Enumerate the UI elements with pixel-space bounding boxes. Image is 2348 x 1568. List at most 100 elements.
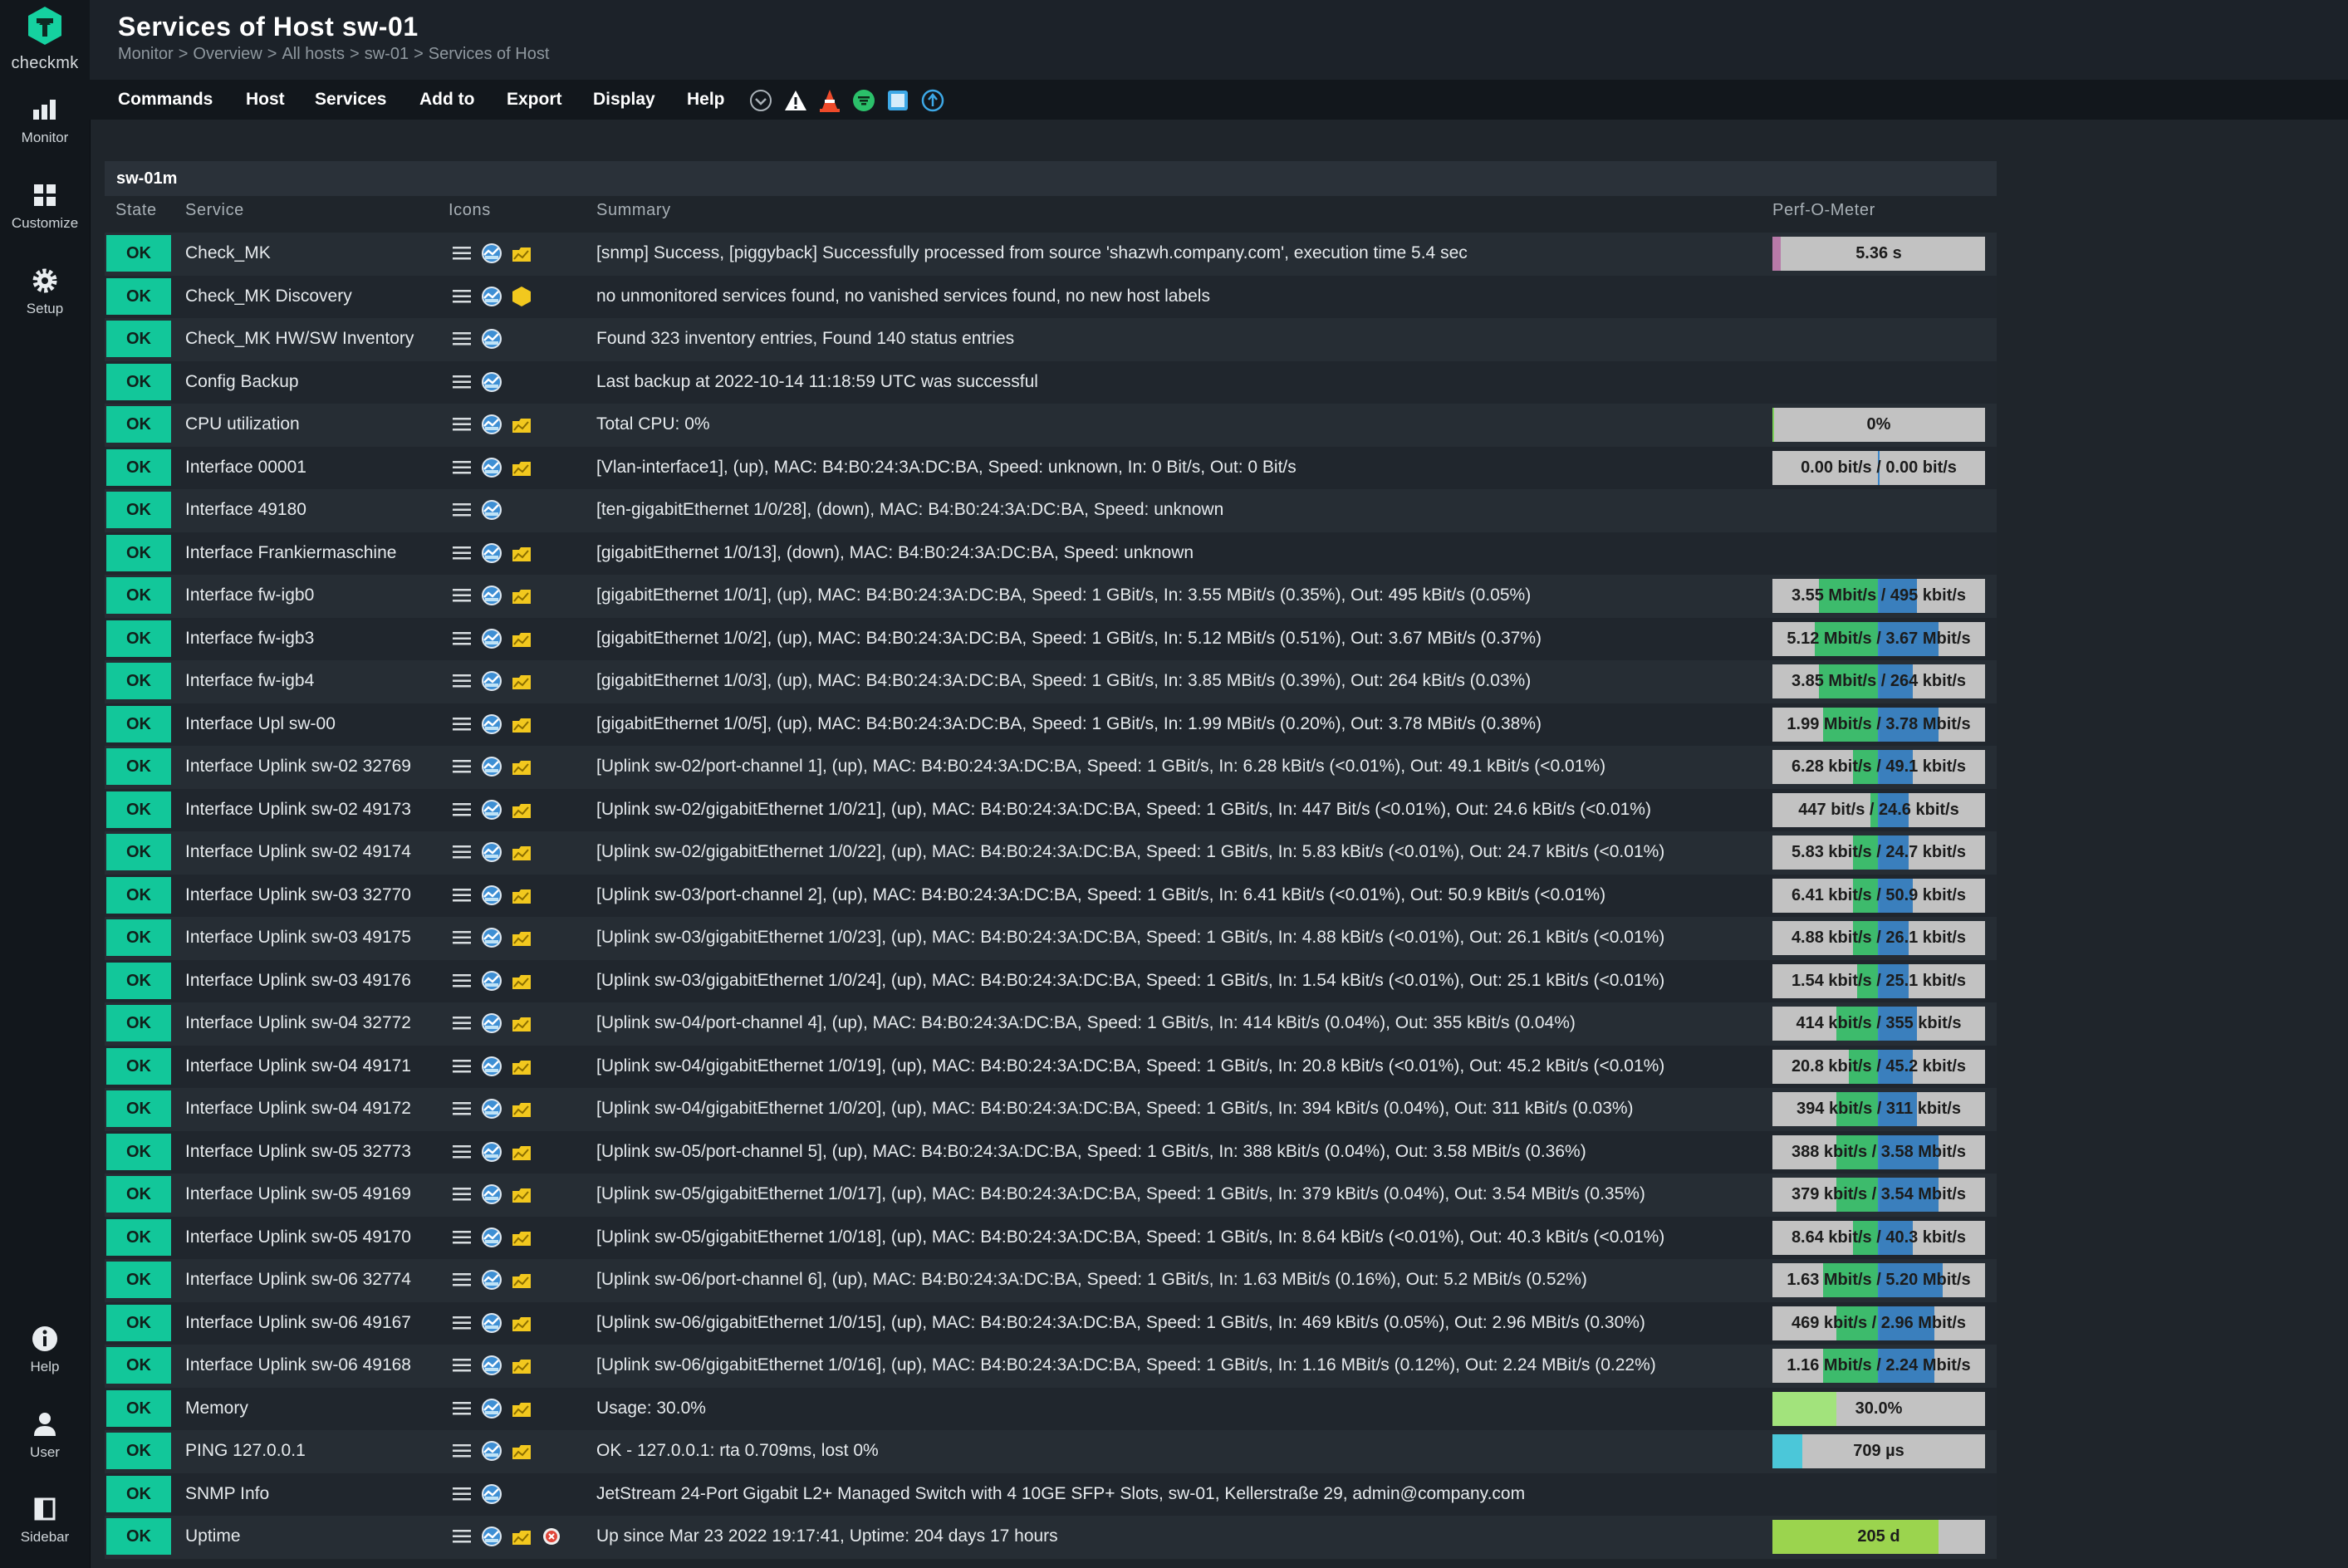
menu-icon[interactable] [450,327,473,350]
folder-icon[interactable] [510,884,533,907]
folder-icon[interactable] [510,1311,533,1335]
menu-icon[interactable] [450,1055,473,1078]
menu-icon[interactable] [450,1226,473,1249]
upload-icon[interactable] [920,88,945,113]
service-name-link[interactable]: Interface Uplink sw-05 49169 [185,1184,411,1204]
service-name-link[interactable]: Check_MK Discovery [185,287,352,306]
folder-icon[interactable] [510,1354,533,1377]
nav-sidebar[interactable]: Sidebar [0,1492,90,1546]
breadcrumb-all-hosts[interactable]: All hosts [282,45,345,63]
perf-o-meter[interactable]: 5.83 kbit/s / 24.7 kbit/s [1772,835,1985,870]
column-header-perf-o-meter[interactable]: Perf-O-Meter [1772,201,1875,220]
checkbox-icon[interactable] [885,88,910,113]
perf-o-meter[interactable]: 379 kbit/s / 3.54 Mbit/s [1772,1178,1985,1212]
service-name-link[interactable]: Interface Uplink sw-06 49167 [185,1313,411,1333]
menu-icon[interactable] [450,1140,473,1164]
folder-icon[interactable] [510,798,533,821]
host-group-title[interactable]: sw-01m [116,169,177,189]
graph-icon[interactable] [480,798,503,821]
menu-icon[interactable] [450,1397,473,1420]
menu-icon[interactable] [450,413,473,436]
service-name-link[interactable]: Uptime [185,1526,241,1546]
perf-o-meter[interactable]: 8.64 kbit/s / 40.3 kbit/s [1772,1220,1985,1255]
service-name-link[interactable]: Interface 00001 [185,458,306,478]
graph-icon[interactable] [480,1482,503,1506]
graph-icon[interactable] [480,285,503,308]
service-name-link[interactable]: Interface fw-igb4 [185,671,314,691]
service-name-link[interactable]: Interface Uplink sw-02 32769 [185,757,411,777]
menu-icon[interactable] [450,1525,473,1548]
service-name-link[interactable]: Interface 49180 [185,500,306,520]
folder-icon[interactable] [510,456,533,479]
service-name-link[interactable]: Interface Uplink sw-05 32773 [185,1142,411,1162]
folder-icon[interactable] [510,669,533,693]
nav-help[interactable]: Help [0,1322,90,1375]
chevron-down-circle-icon[interactable] [748,88,773,113]
graph-icon[interactable] [480,498,503,522]
folder-icon[interactable] [510,541,533,565]
menu-icon[interactable] [450,285,473,308]
menu-icon[interactable] [450,1482,473,1506]
nav-setup[interactable]: Setup [0,264,90,317]
alert-badge-icon[interactable] [540,1525,563,1548]
perf-o-meter[interactable]: 6.28 kbit/s / 49.1 kbit/s [1772,750,1985,784]
graph-icon[interactable] [480,1311,503,1335]
perf-o-meter[interactable]: 1.16 Mbit/s / 2.24 Mbit/s [1772,1349,1985,1383]
menu-icon[interactable] [450,584,473,607]
folder-icon[interactable] [510,1268,533,1291]
checkmk-logo[interactable]: checkmk [0,5,90,73]
graph-icon[interactable] [480,713,503,736]
breadcrumb-host[interactable]: sw-01 [365,45,409,63]
service-name-link[interactable]: Interface fw-igb0 [185,586,314,605]
perf-o-meter[interactable]: 414 kbit/s / 355 kbit/s [1772,1007,1985,1041]
service-name-link[interactable]: Interface Uplink sw-06 32774 [185,1270,411,1290]
perf-o-meter[interactable]: 388 kbit/s / 3.58 Mbit/s [1772,1134,1985,1169]
perf-o-meter[interactable]: 3.55 Mbit/s / 495 kbit/s [1772,579,1985,613]
folder-icon[interactable] [510,840,533,864]
filter-icon[interactable] [851,88,876,113]
folder-icon[interactable] [510,1226,533,1249]
menu-icon[interactable] [450,1097,473,1120]
graph-icon[interactable] [480,327,503,350]
column-header-state[interactable]: State [115,201,157,220]
menu-icon[interactable] [450,926,473,949]
graph-icon[interactable] [480,1354,503,1377]
perf-o-meter[interactable]: 20.8 kbit/s / 45.2 kbit/s [1772,1049,1985,1084]
nav-monitor[interactable]: Monitor [0,93,90,146]
service-name-link[interactable]: Memory [185,1399,248,1419]
menu-icon[interactable] [450,541,473,565]
perf-o-meter[interactable]: 205 d [1772,1520,1985,1554]
nav-customize[interactable]: Customize [0,179,90,232]
column-header-summary[interactable]: Summary [596,201,671,220]
folder-icon[interactable] [510,926,533,949]
graph-icon[interactable] [480,1140,503,1164]
service-name-link[interactable]: Interface Uplink sw-03 49175 [185,928,411,948]
perf-o-meter[interactable]: 709 µs [1772,1434,1985,1468]
perf-o-meter[interactable]: 1.54 kbit/s / 25.1 kbit/s [1772,963,1985,998]
nav-user[interactable]: User [0,1408,90,1461]
service-name-link[interactable]: SNMP Info [185,1484,269,1504]
folder-icon[interactable] [510,242,533,265]
menu-icon[interactable] [450,1354,473,1377]
folder-icon[interactable] [510,1012,533,1035]
graph-icon[interactable] [480,1097,503,1120]
menu-export[interactable]: Export [507,90,562,110]
menu-help[interactable]: Help [687,90,725,110]
folder-icon[interactable] [510,413,533,436]
menu-icon[interactable] [450,1012,473,1035]
menu-services[interactable]: Services [315,90,386,110]
service-name-link[interactable]: Interface Uplink sw-03 32770 [185,885,411,905]
folder-icon[interactable] [510,713,533,736]
folder-icon[interactable] [510,1055,533,1078]
menu-icon[interactable] [450,1439,473,1463]
traffic-cone-icon[interactable] [817,88,842,113]
warning-triangle-icon[interactable] [783,88,808,113]
service-name-link[interactable]: Interface Uplink sw-05 49170 [185,1227,411,1247]
menu-icon[interactable] [450,242,473,265]
menu-icon[interactable] [450,1311,473,1335]
perf-o-meter[interactable]: 469 kbit/s / 2.96 Mbit/s [1772,1306,1985,1340]
service-name-link[interactable]: Interface Uplink sw-06 49168 [185,1355,411,1375]
folder-icon[interactable] [510,1439,533,1463]
menu-display[interactable]: Display [593,90,655,110]
service-name-link[interactable]: Config Backup [185,372,299,392]
